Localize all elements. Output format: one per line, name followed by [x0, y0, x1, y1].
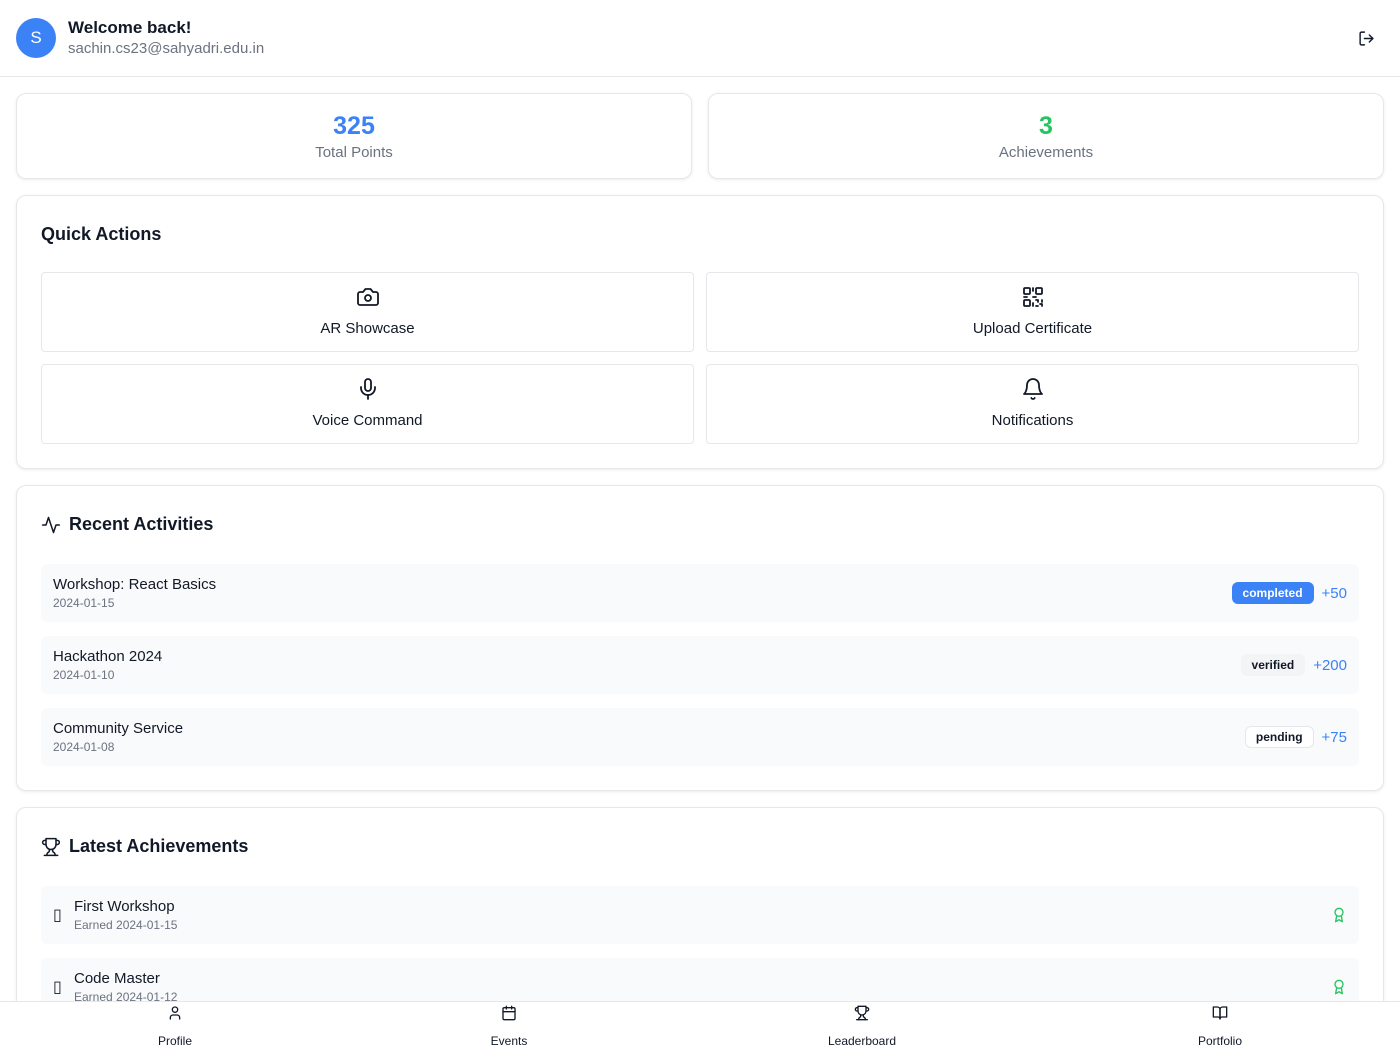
- nav-profile-label: Profile: [157, 1034, 192, 1048]
- calendar-icon: [501, 1005, 517, 1021]
- avatar[interactable]: S: [16, 18, 56, 58]
- status-badge: completed: [1231, 582, 1314, 604]
- nav-leaderboard[interactable]: Leaderboard: [812, 1002, 912, 1050]
- activity-points: +75: [1321, 728, 1347, 746]
- nav-profile[interactable]: Profile: [135, 1002, 215, 1050]
- nav-leaderboard-label: Leaderboard: [827, 1034, 897, 1048]
- total-points-value: 325: [333, 112, 375, 140]
- status-badge: pending: [1244, 726, 1314, 748]
- nav-portfolio[interactable]: Portfolio: [1175, 1002, 1265, 1050]
- welcome-title: Welcome back!: [68, 18, 192, 37]
- award-icon: [1334, 979, 1344, 995]
- quick-actions-title: Quick Actions: [41, 224, 162, 244]
- recent-activities-card: Recent Activities Workshop: React Basics…: [16, 485, 1384, 791]
- log-out-icon: [1358, 30, 1374, 46]
- activity-icon: [41, 516, 61, 533]
- activity-date: 2024-01-08: [53, 740, 115, 754]
- user-email: sachin.cs23@sahyadri.edu.in: [68, 40, 265, 57]
- quick-actions-card: Quick Actions AR Showcase Upload Certifi…: [16, 195, 1384, 469]
- achievements-value: 3: [1039, 112, 1053, 140]
- header-text: Welcome back! sachin.cs23@sahyadri.edu.i…: [68, 17, 264, 59]
- activity-points: +50: [1321, 584, 1347, 602]
- qr-code-icon: [1021, 285, 1045, 309]
- trophy-icon: [854, 1005, 870, 1021]
- total-points-card: 325 Total Points: [16, 93, 692, 179]
- user-icon: [167, 1005, 183, 1021]
- bottom-nav: Profile Events Leaderboard Portfolio: [0, 1001, 1400, 1050]
- activity-date: 2024-01-15: [53, 596, 115, 610]
- activity-points: +200: [1313, 656, 1347, 674]
- notifications-button[interactable]: Notifications: [706, 364, 1359, 444]
- nav-events-label: Events: [490, 1034, 528, 1048]
- activity-title: Hackathon 2024: [53, 648, 163, 665]
- trophy-icon: [41, 837, 61, 856]
- recent-activities-title: Recent Activities: [41, 514, 213, 535]
- achievement-glyph: ▯: [53, 979, 62, 996]
- microphone-icon: [356, 377, 380, 401]
- upload-certificate-button[interactable]: Upload Certificate: [706, 272, 1359, 352]
- activity-row[interactable]: Hackathon 2024 2024-01-10 verified +200: [41, 636, 1359, 694]
- achievements-label: Achievements: [998, 144, 1094, 161]
- achievements-card: 3 Achievements: [708, 93, 1384, 179]
- book-open-icon: [1212, 1005, 1228, 1021]
- notifications-label: Notifications: [991, 412, 1074, 429]
- status-badge: verified: [1240, 654, 1306, 676]
- bell-icon: [1021, 377, 1045, 401]
- total-points-label: Total Points: [315, 144, 393, 161]
- achievement-title: Code Master: [74, 970, 160, 987]
- voice-command-label: Voice Command: [312, 412, 423, 429]
- achievement-earned: Earned 2024-01-15: [74, 918, 178, 932]
- camera-icon: [356, 285, 380, 309]
- ar-showcase-button[interactable]: AR Showcase: [41, 272, 694, 352]
- upload-certificate-label: Upload Certificate: [972, 320, 1093, 337]
- activity-date: 2024-01-10: [53, 668, 115, 682]
- activity-row[interactable]: Community Service 2024-01-08 pending +75: [41, 708, 1359, 766]
- avatar-initial: S: [30, 28, 42, 47]
- app-header: S Welcome back! sachin.cs23@sahyadri.edu…: [0, 0, 1400, 77]
- achievement-title: First Workshop: [74, 898, 175, 915]
- activity-title: Community Service: [53, 720, 184, 737]
- voice-command-button[interactable]: Voice Command: [41, 364, 694, 444]
- logout-button[interactable]: [1356, 28, 1376, 48]
- achievement-glyph: ▯: [53, 907, 62, 924]
- activity-row[interactable]: Workshop: React Basics 2024-01-15 comple…: [41, 564, 1359, 622]
- nav-portfolio-label: Portfolio: [1197, 1034, 1243, 1048]
- latest-achievements-title: Latest Achievements: [41, 836, 248, 857]
- activity-title: Workshop: React Basics: [53, 576, 217, 593]
- ar-showcase-label: AR Showcase: [320, 320, 415, 337]
- award-icon: [1334, 907, 1344, 923]
- nav-events[interactable]: Events: [469, 1002, 549, 1050]
- achievement-row[interactable]: ▯ First Workshop Earned 2024-01-15: [41, 886, 1359, 944]
